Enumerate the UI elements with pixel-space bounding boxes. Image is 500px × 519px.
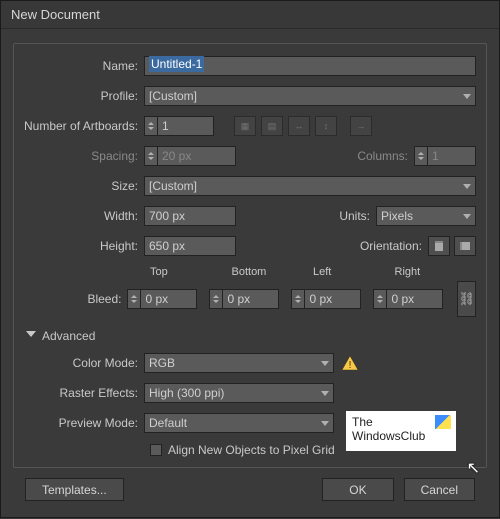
color-mode-label: Color Mode: bbox=[24, 356, 144, 370]
main-panel: Name: Untitled-1 Profile: [Custom] Numbe… bbox=[13, 43, 487, 468]
raster-effects-label: Raster Effects: bbox=[24, 386, 144, 400]
columns-stepper[interactable] bbox=[414, 146, 428, 166]
window-title: New Document bbox=[1, 1, 499, 29]
bleed-bottom-input[interactable] bbox=[223, 289, 279, 309]
new-document-dialog: New Document Name: Untitled-1 Profile: [… bbox=[0, 0, 500, 518]
orientation-label: Orientation: bbox=[360, 239, 428, 253]
svg-text:!: ! bbox=[349, 360, 352, 370]
triangle-down-icon bbox=[26, 331, 36, 341]
advanced-toggle[interactable]: Advanced bbox=[26, 329, 476, 343]
advanced-label: Advanced bbox=[42, 329, 95, 343]
bleed-left-stepper[interactable] bbox=[291, 289, 305, 309]
spacing-input[interactable] bbox=[158, 146, 236, 166]
spacing-label: Spacing: bbox=[24, 149, 144, 163]
bleed-link-button[interactable]: ⛓ bbox=[457, 281, 476, 317]
preview-mode-dropdown[interactable]: Default bbox=[144, 413, 334, 433]
bleed-top-input[interactable] bbox=[141, 289, 197, 309]
bleed-left-label: Left bbox=[313, 266, 395, 278]
dialog-footer: Templates... OK Cancel bbox=[13, 468, 487, 511]
artboard-layout-icons: ▦ ▤ ↔ ↕ → bbox=[234, 116, 372, 136]
artboards-stepper[interactable] bbox=[144, 116, 158, 136]
bleed-left-input[interactable] bbox=[305, 289, 361, 309]
bleed-top-label: Top bbox=[150, 266, 232, 278]
arrow-right-icon[interactable]: → bbox=[350, 116, 372, 136]
chevron-down-icon bbox=[321, 421, 329, 426]
size-dropdown[interactable]: [Custom] bbox=[144, 176, 476, 196]
width-input[interactable] bbox=[144, 206, 236, 226]
artboards-label: Number of Artboards: bbox=[24, 119, 144, 133]
bleed-label: Bleed: bbox=[24, 292, 127, 306]
row-rtl-icon[interactable]: ↕ bbox=[315, 116, 337, 136]
orientation-portrait-button[interactable] bbox=[428, 236, 450, 256]
grid-rows-icon[interactable]: ▦ bbox=[234, 116, 256, 136]
profile-dropdown[interactable]: [Custom] bbox=[144, 86, 476, 106]
chevron-down-icon bbox=[321, 361, 329, 366]
chevron-down-icon bbox=[463, 214, 471, 219]
row-ltr-icon[interactable]: ↔ bbox=[288, 116, 310, 136]
height-input[interactable] bbox=[144, 236, 236, 256]
bleed-top-stepper[interactable] bbox=[127, 289, 141, 309]
bleed-bottom-stepper[interactable] bbox=[209, 289, 223, 309]
ok-button[interactable]: OK bbox=[322, 478, 393, 501]
bleed-headers: Top Bottom Left Right bbox=[150, 266, 476, 278]
raster-effects-dropdown[interactable]: High (300 ppi) bbox=[144, 383, 334, 403]
columns-input[interactable] bbox=[428, 146, 476, 166]
grid-cols-icon[interactable]: ▤ bbox=[261, 116, 283, 136]
preview-mode-label: Preview Mode: bbox=[24, 416, 144, 430]
size-label: Size: bbox=[24, 179, 144, 193]
artboards-input[interactable] bbox=[158, 116, 214, 136]
color-mode-dropdown[interactable]: RGB bbox=[144, 353, 334, 373]
templates-button[interactable]: Templates... bbox=[25, 478, 124, 501]
bleed-bottom-label: Bottom bbox=[232, 266, 314, 278]
chevron-down-icon bbox=[321, 391, 329, 396]
bleed-right-label: Right bbox=[395, 266, 477, 278]
watermark-logo: The WindowsClub bbox=[346, 411, 456, 451]
profile-label: Profile: bbox=[24, 89, 144, 103]
logo-square-icon bbox=[435, 415, 451, 429]
align-grid-checkbox[interactable] bbox=[150, 444, 162, 456]
align-grid-label: Align New Objects to Pixel Grid bbox=[168, 443, 335, 457]
cancel-button[interactable]: Cancel bbox=[404, 478, 475, 501]
bleed-right-input[interactable] bbox=[387, 289, 443, 309]
height-label: Height: bbox=[24, 239, 144, 253]
bleed-right-stepper[interactable] bbox=[373, 289, 387, 309]
columns-label: Columns: bbox=[357, 149, 414, 163]
name-input[interactable]: Untitled-1 bbox=[144, 56, 476, 76]
name-label: Name: bbox=[24, 59, 144, 73]
warning-icon: ! bbox=[342, 356, 358, 370]
chevron-down-icon bbox=[463, 94, 471, 99]
units-dropdown[interactable]: Pixels bbox=[376, 206, 476, 226]
orientation-landscape-button[interactable] bbox=[454, 236, 476, 256]
width-label: Width: bbox=[24, 209, 144, 223]
chevron-down-icon bbox=[463, 184, 471, 189]
units-label: Units: bbox=[339, 209, 376, 223]
spacing-stepper[interactable] bbox=[144, 146, 158, 166]
